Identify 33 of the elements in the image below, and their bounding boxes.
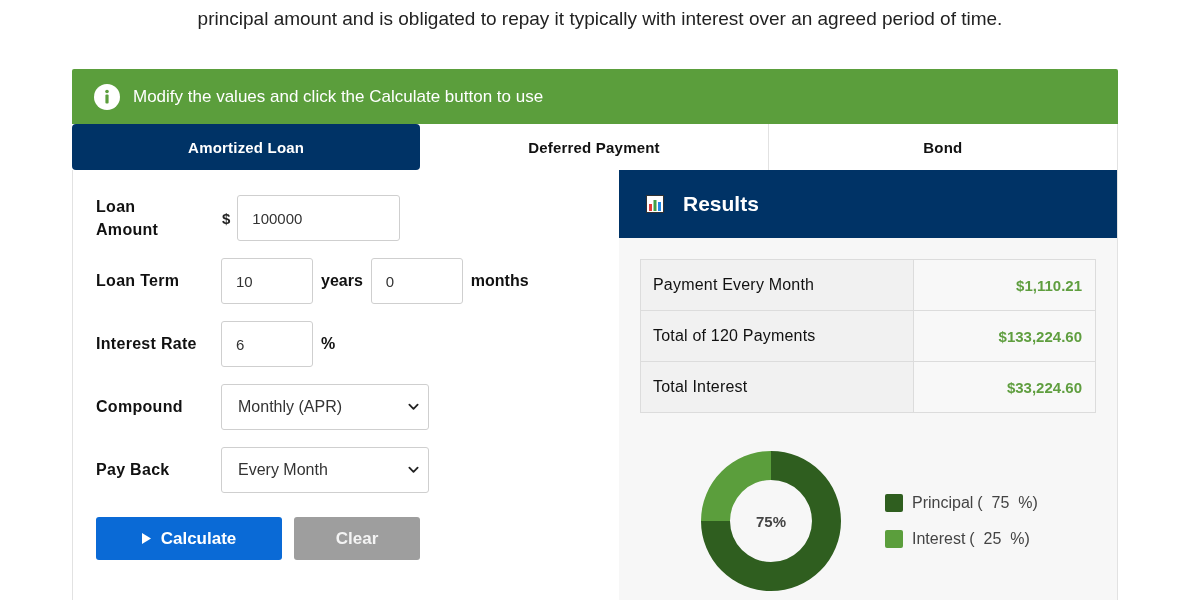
number-input[interactable]: 6 [221, 321, 313, 367]
unit-label: months [470, 272, 529, 290]
intro-paragraph: principal amount and is obligated to repay it typically with interest over an agreed period of time. [196, 7, 1004, 31]
info-icon [94, 83, 120, 110]
field-label: Compound [96, 398, 184, 416]
field-label: Interest Rate [96, 335, 198, 353]
legend-percent: ( 25 %) [969, 530, 1030, 548]
table-cell: Total of 120 Payments [641, 311, 914, 361]
chevron-down-icon [408, 466, 419, 474]
calculator-tab[interactable]: Amortized Loan [72, 124, 421, 170]
dropdown-select[interactable]: Monthly (APR) [221, 384, 429, 430]
currency-symbol: $ [222, 209, 231, 227]
field-label: Pay Back [96, 461, 171, 479]
calculate-button[interactable]: Calculate [96, 517, 282, 560]
number-input[interactable]: 0 [370, 258, 463, 304]
notice-text: Modify the values and click the Calculate button to use [133, 86, 544, 107]
play-icon [141, 533, 151, 544]
legend-label: Principal [912, 494, 974, 512]
legend-label: Interest [912, 530, 966, 548]
unit-label: years [321, 272, 363, 290]
unit-label: % [321, 335, 336, 353]
legend-percent: ( 75 %) [977, 494, 1038, 512]
bar-chart-icon [646, 195, 664, 213]
chevron-down-icon [408, 403, 419, 411]
number-input[interactable]: 10 [221, 258, 313, 304]
dropdown-select[interactable]: Every Month [221, 447, 429, 493]
center-label: 75% [756, 513, 786, 530]
table-cell: Payment Every Month [641, 260, 914, 310]
results-title: Results [683, 192, 759, 216]
number-input[interactable]: 100000 [237, 195, 401, 241]
field-label: Loan Term [96, 272, 181, 290]
table-cell: Total Interest [641, 362, 914, 412]
field-label: Loan Amount [96, 197, 160, 240]
